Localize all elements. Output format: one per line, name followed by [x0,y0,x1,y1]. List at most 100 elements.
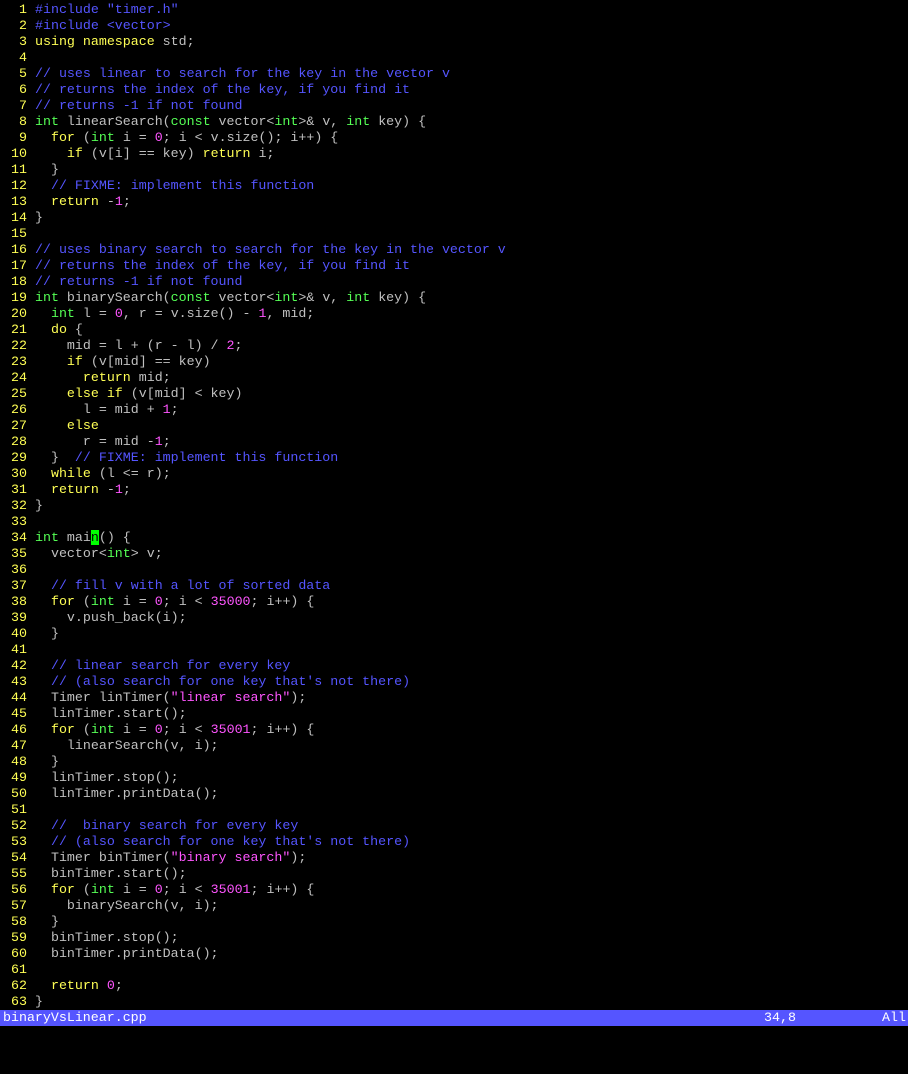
line-code[interactable] [27,642,35,658]
code-line[interactable]: 4 [0,50,908,66]
line-code[interactable]: #include <vector> [27,18,171,34]
line-code[interactable]: using namespace std; [27,34,195,50]
code-line[interactable]: 63} [0,994,908,1010]
line-code[interactable] [27,562,35,578]
code-line[interactable]: 29 } // FIXME: implement this function [0,450,908,466]
line-code[interactable]: Timer linTimer("linear search"); [27,690,306,706]
code-line[interactable]: 43 // (also search for one key that's no… [0,674,908,690]
line-code[interactable]: // (also search for one key that's not t… [27,834,410,850]
line-code[interactable]: l = mid + 1; [27,402,179,418]
line-code[interactable]: if (v[i] == key) return i; [27,146,275,162]
line-code[interactable]: do { [27,322,83,338]
line-code[interactable]: r = mid -1; [27,434,171,450]
line-code[interactable]: if (v[mid] == key) [27,354,211,370]
code-line[interactable]: 40 } [0,626,908,642]
code-line[interactable]: 23 if (v[mid] == key) [0,354,908,370]
line-code[interactable]: } [27,994,43,1010]
code-line[interactable]: 47 linearSearch(v, i); [0,738,908,754]
code-line[interactable]: 20 int l = 0, r = v.size() - 1, mid; [0,306,908,322]
code-line[interactable]: 28 r = mid -1; [0,434,908,450]
code-line[interactable]: 1 #include "timer.h" [0,2,908,18]
line-code[interactable]: linTimer.start(); [27,706,187,722]
line-code[interactable] [27,514,35,530]
line-code[interactable]: // returns the index of the key, if you … [27,82,410,98]
code-line[interactable]: 60 binTimer.printData(); [0,946,908,962]
line-code[interactable] [27,50,35,66]
line-code[interactable]: // binary search for every key [27,818,298,834]
line-code[interactable] [27,226,35,242]
line-code[interactable]: int linearSearch(const vector<int>& v, i… [27,114,426,130]
code-line[interactable]: 50 linTimer.printData(); [0,786,908,802]
code-line[interactable]: 55 binTimer.start(); [0,866,908,882]
code-line[interactable]: 5 // uses linear to search for the key in… [0,66,908,82]
code-line[interactable]: 37 // fill v with a lot of sorted data [0,578,908,594]
code-line[interactable]: 3 using namespace std; [0,34,908,50]
line-code[interactable]: for (int i = 0; i < 35001; i++) { [27,722,314,738]
code-line[interactable]: 30 while (l <= r); [0,466,908,482]
code-line[interactable]: 44 Timer linTimer("linear search"); [0,690,908,706]
line-code[interactable]: return mid; [27,370,171,386]
line-code[interactable]: else if (v[mid] < key) [27,386,243,402]
line-code[interactable]: // linear search for every key [27,658,290,674]
line-code[interactable]: } [27,210,43,226]
line-code[interactable]: vector<int> v; [27,546,163,562]
line-code[interactable]: mid = l + (r - l) / 2; [27,338,243,354]
code-line[interactable]: 2 #include <vector> [0,18,908,34]
line-code[interactable]: return -1; [27,194,131,210]
code-line[interactable]: 14} [0,210,908,226]
code-line[interactable]: 33 [0,514,908,530]
code-line[interactable]: 24 return mid; [0,370,908,386]
code-line[interactable]: 59 binTimer.stop(); [0,930,908,946]
code-line[interactable]: 56 for (int i = 0; i < 35001; i++) { [0,882,908,898]
line-code[interactable]: return -1; [27,482,131,498]
line-code[interactable]: // returns the index of the key, if you … [27,258,410,274]
line-code[interactable]: } [27,754,59,770]
line-code[interactable]: // (also search for one key that's not t… [27,674,410,690]
line-code[interactable]: } [27,626,59,642]
line-code[interactable] [27,962,35,978]
code-line[interactable]: 35 vector<int> v; [0,546,908,562]
code-line[interactable]: 54 Timer binTimer("binary search"); [0,850,908,866]
code-line[interactable]: 18 // returns -1 if not found [0,274,908,290]
line-code[interactable] [27,802,35,818]
code-line[interactable]: 62 return 0; [0,978,908,994]
code-line[interactable]: 12 // FIXME: implement this function [0,178,908,194]
line-code[interactable]: // uses binary search to search for the … [27,242,506,258]
code-line[interactable]: 11 } [0,162,908,178]
code-line[interactable]: 22 mid = l + (r - l) / 2; [0,338,908,354]
line-code[interactable]: } [27,162,59,178]
line-code[interactable]: return 0; [27,978,123,994]
line-code[interactable]: binTimer.printData(); [27,946,219,962]
code-line[interactable]: 27 else [0,418,908,434]
line-code[interactable]: binTimer.start(); [27,866,187,882]
line-code[interactable]: while (l <= r); [27,466,171,482]
line-code[interactable]: binarySearch(v, i); [27,898,219,914]
code-line[interactable]: 15 [0,226,908,242]
code-line[interactable]: 6 // returns the index of the key, if you… [0,82,908,98]
line-code[interactable]: for (int i = 0; i < 35000; i++) { [27,594,314,610]
code-line[interactable]: 10 if (v[i] == key) return i; [0,146,908,162]
code-line[interactable]: 16 // uses binary search to search for th… [0,242,908,258]
code-line[interactable]: 58 } [0,914,908,930]
code-line[interactable]: 61 [0,962,908,978]
line-code[interactable]: #include "timer.h" [27,2,179,18]
code-line[interactable]: 57 binarySearch(v, i); [0,898,908,914]
code-line[interactable]: 8 int linearSearch(const vector<int>& v, … [0,114,908,130]
code-line[interactable]: 53 // (also search for one key that's no… [0,834,908,850]
code-line[interactable]: 49 linTimer.stop(); [0,770,908,786]
code-line[interactable]: 48 } [0,754,908,770]
line-code[interactable]: int binarySearch(const vector<int>& v, i… [27,290,426,306]
code-line[interactable]: 21 do { [0,322,908,338]
line-code[interactable]: Timer binTimer("binary search"); [27,850,306,866]
line-code[interactable]: // FIXME: implement this function [27,178,314,194]
line-code[interactable]: // fill v with a lot of sorted data [27,578,330,594]
line-code[interactable]: for (int i = 0; i < v.size(); i++) { [27,130,338,146]
code-line[interactable]: 17 // returns the index of the key, if yo… [0,258,908,274]
line-code[interactable]: int l = 0, r = v.size() - 1, mid; [27,306,314,322]
code-line[interactable]: 51 [0,802,908,818]
code-line[interactable]: 34 int main() { [0,530,908,546]
line-code[interactable]: for (int i = 0; i < 35001; i++) { [27,882,314,898]
line-code[interactable]: } [27,498,43,514]
line-code[interactable]: else [27,418,99,434]
line-code[interactable]: linTimer.stop(); [27,770,179,786]
